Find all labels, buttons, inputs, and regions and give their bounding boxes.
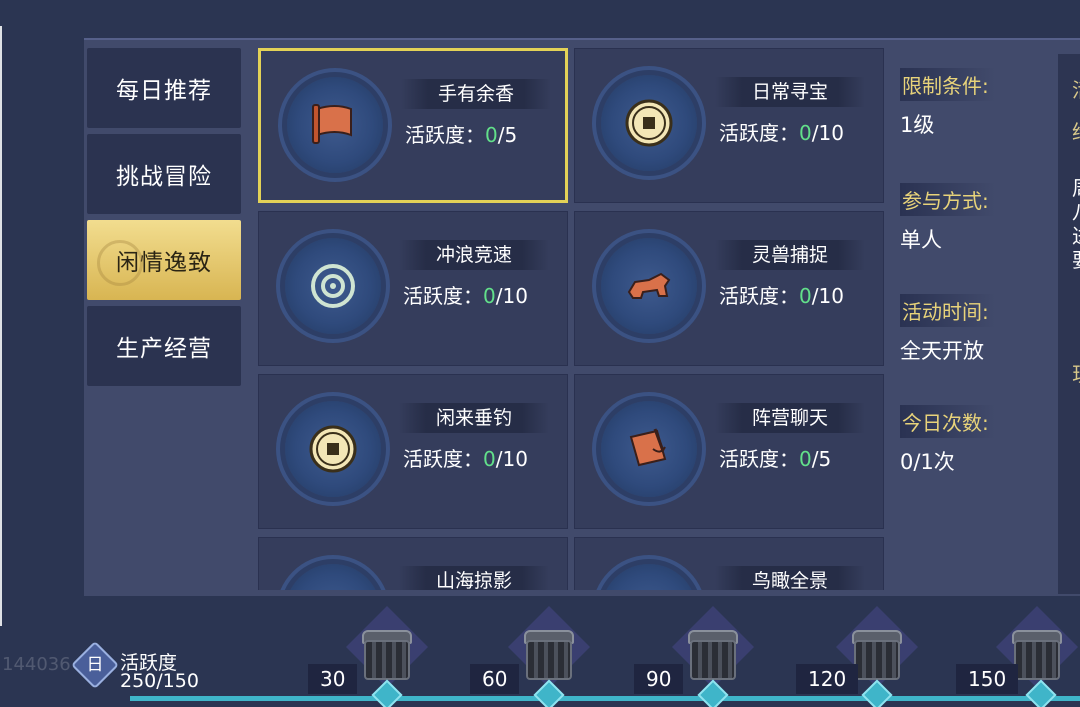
activity-title: 阵营聊天 — [715, 403, 865, 433]
activity-time: 活动时间: 全天开放 — [900, 294, 1060, 365]
mode-value: 单人 — [900, 228, 942, 252]
coin-icon — [625, 99, 673, 147]
activity-progress: 活跃度：0/5 — [719, 447, 832, 471]
progress-track — [130, 696, 1080, 701]
detail-char: 给 — [1072, 116, 1080, 145]
sidebar-item-label: 每日推荐 — [116, 78, 212, 104]
activity-title: 灵兽捕捉 — [715, 240, 865, 270]
activity-title: 鸟瞰全景 — [715, 566, 865, 590]
today-count: 今日次数: 0/1次 — [900, 405, 1060, 476]
activity-progress: 活跃度：0/5 — [405, 123, 518, 147]
activity-emblem-glyph: 日 — [86, 655, 104, 675]
activity-progress-bar: 144036 日 活跃度 250/150 30 60 90 120 150 — [0, 596, 1080, 707]
activity-title: 冲浪竞速 — [399, 240, 549, 270]
activity-icon-frame — [287, 77, 383, 173]
left-edge-line — [0, 26, 2, 626]
time-value: 全天开放 — [900, 339, 984, 363]
detail-char: 活 — [1072, 74, 1080, 103]
milestone-label: 30 — [308, 664, 358, 694]
activity-card[interactable]: 日常寻宝 活跃度：0/10 — [574, 48, 884, 203]
activity-icon-frame — [285, 401, 381, 497]
coin-icon — [309, 425, 357, 473]
activity-title: 手有余香 — [401, 79, 551, 109]
count-label: 今日次数: — [900, 405, 995, 438]
activity-card[interactable]: 鸟瞰全景 — [574, 537, 884, 590]
milestone-label: 120 — [796, 664, 859, 694]
activity-icon-frame — [601, 564, 697, 590]
detail-char: 要 — [1072, 244, 1080, 273]
activity-icon-frame — [285, 564, 381, 590]
compass-icon — [619, 582, 679, 590]
milestone-label: 90 — [634, 664, 684, 694]
activity-card[interactable]: 手有余香 活跃度：0/5 — [258, 48, 568, 203]
milestone-label: 60 — [470, 664, 520, 694]
activity-card[interactable]: 阵营聊天 活跃度：0/5 — [574, 374, 884, 529]
sidebar-item-leisure[interactable]: 闲情逸致 — [87, 220, 241, 300]
participation-mode: 参与方式: 单人 — [900, 183, 1060, 254]
activity-panel: 每日推荐 挑战冒险 闲情逸致 生产经营 手有余香 活跃度：0/5 日常寻宝 活跃… — [84, 38, 1080, 596]
count-value: 0/1次 — [900, 450, 955, 474]
time-label: 活动时间: — [900, 294, 995, 327]
watermark: 144036 — [2, 654, 71, 675]
sidebar-item-challenge[interactable]: 挑战冒险 — [87, 134, 241, 214]
activity-card[interactable]: 山海掠影 — [258, 537, 568, 590]
scroll-flag-icon — [312, 104, 352, 144]
activity-info: 限制条件: 1级 参与方式: 单人 活动时间: 全天开放 今日次数: 0/1次 — [900, 68, 1060, 516]
mode-label: 参与方式: — [900, 183, 995, 216]
wave-ring-icon — [311, 264, 355, 308]
activity-card[interactable]: 闲来垂钓 活跃度：0/10 — [258, 374, 568, 529]
limit-condition: 限制条件: 1级 — [900, 68, 1060, 139]
scroll-brush-icon — [629, 428, 667, 467]
detail-char: 现 — [1072, 358, 1080, 387]
milestone-label: 150 — [956, 664, 1019, 694]
detail-panel-edge: 活 给 周 八 进 要 现 — [1058, 54, 1080, 594]
sidebar-item-label: 生产经营 — [116, 336, 212, 362]
beast-icon — [627, 272, 671, 299]
activity-card[interactable]: 冲浪竞速 活跃度：0/10 — [258, 211, 568, 366]
activity-title: 闲来垂钓 — [399, 403, 549, 433]
activity-grid: 手有余香 活跃度：0/5 日常寻宝 活跃度：0/10 冲浪竞速 活跃度：0/10… — [258, 48, 886, 590]
activity-icon-frame — [601, 75, 697, 171]
sidebar-item-daily-recommend[interactable]: 每日推荐 — [87, 48, 241, 128]
activity-progress: 活跃度：0/10 — [719, 121, 844, 145]
activity-icon-frame — [601, 238, 697, 334]
category-sidebar: 每日推荐 挑战冒险 闲情逸致 生产经营 — [87, 48, 241, 392]
activity-card[interactable]: 灵兽捕捉 活跃度：0/10 — [574, 211, 884, 366]
activity-icon-frame — [285, 238, 381, 334]
activity-title: 山海掠影 — [399, 566, 549, 590]
activity-icon-frame — [601, 401, 697, 497]
activity-progress: 活跃度：0/10 — [403, 447, 528, 471]
limit-label: 限制条件: — [900, 68, 995, 101]
activity-title: 日常寻宝 — [715, 77, 865, 107]
activity-value: 250/150 — [120, 670, 199, 692]
limit-value: 1级 — [900, 113, 935, 137]
activity-progress: 活跃度：0/10 — [719, 284, 844, 308]
sidebar-item-production[interactable]: 生产经营 — [87, 306, 241, 386]
scroll-icon — [303, 582, 363, 590]
sidebar-item-label: 挑战冒险 — [116, 164, 212, 190]
activity-progress: 活跃度：0/10 — [403, 284, 528, 308]
sidebar-item-label: 闲情逸致 — [116, 250, 212, 276]
